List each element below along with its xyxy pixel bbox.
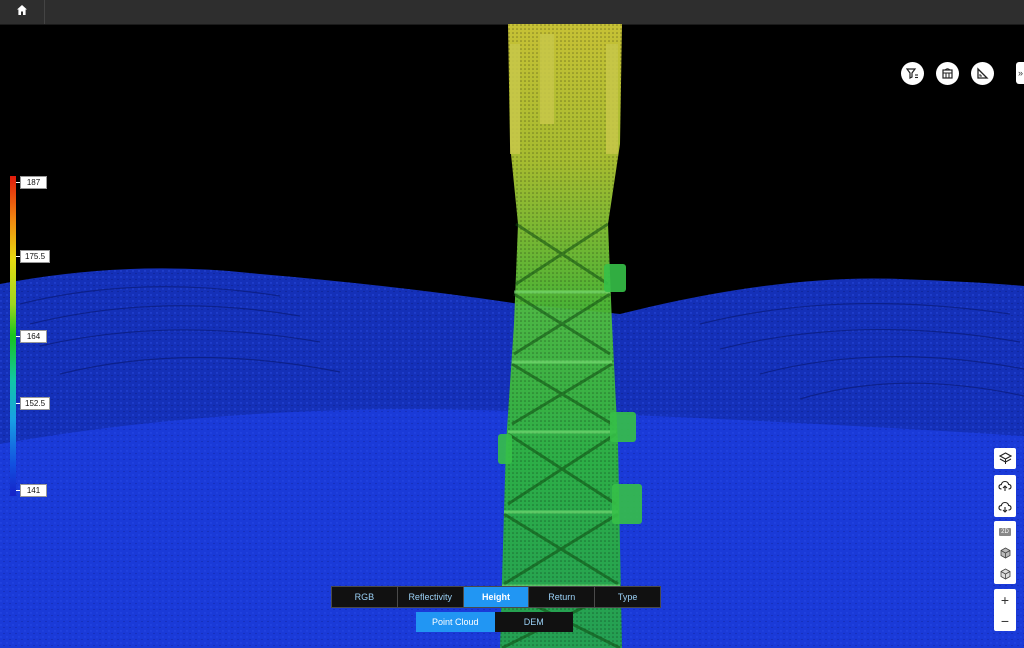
layer-control-panel bbox=[994, 448, 1016, 469]
filter-button[interactable] bbox=[901, 62, 924, 85]
box-measure-icon bbox=[941, 67, 954, 80]
mode-return-button[interactable]: Return bbox=[529, 587, 596, 607]
cloud-download-button[interactable] bbox=[994, 496, 1016, 517]
mode-rgb-button[interactable]: RGB bbox=[332, 587, 398, 607]
expand-panel-button[interactable]: » bbox=[1016, 62, 1024, 84]
layers-icon bbox=[998, 452, 1012, 465]
home-icon bbox=[16, 3, 28, 21]
filter-icon bbox=[906, 67, 919, 80]
angle-ruler-icon bbox=[976, 67, 989, 80]
expand-label: » bbox=[1018, 68, 1024, 78]
zoom-out-button[interactable]: − bbox=[994, 610, 1016, 631]
home-button[interactable] bbox=[0, 0, 45, 24]
source-point-cloud-button[interactable]: Point Cloud bbox=[416, 612, 495, 632]
top-bar bbox=[0, 0, 1024, 25]
cloud-upload-button[interactable] bbox=[994, 475, 1016, 496]
color-mode-selector: RGB Reflectivity Height Return Type bbox=[331, 586, 661, 608]
cloud-upload-icon bbox=[998, 480, 1012, 492]
cube-icon bbox=[1000, 547, 1011, 559]
view-2d-label: 2D bbox=[999, 527, 1011, 536]
data-source-selector: Point Cloud DEM bbox=[416, 612, 573, 632]
legend-tick-max: 187 bbox=[20, 176, 47, 189]
legend-tick: 164 bbox=[20, 330, 47, 343]
view-3d-button[interactable] bbox=[994, 542, 1016, 563]
cube-outline-icon bbox=[1000, 568, 1011, 580]
legend-tick-min: 141 bbox=[20, 484, 47, 497]
cloud-control-panel bbox=[994, 475, 1016, 517]
mode-height-button[interactable]: Height bbox=[463, 587, 530, 607]
view-2d-button[interactable]: 2D bbox=[994, 521, 1016, 542]
source-dem-button[interactable]: DEM bbox=[494, 612, 573, 632]
zoom-in-button[interactable]: + bbox=[994, 589, 1016, 610]
view-perspective-button[interactable] bbox=[994, 563, 1016, 584]
legend-tick: 175.5 bbox=[20, 250, 51, 263]
point-cloud-scene bbox=[0, 24, 1024, 648]
view-mode-panel: 2D bbox=[994, 521, 1016, 584]
cloud-download-icon bbox=[998, 501, 1012, 513]
point-cloud-viewport[interactable]: » 187 175.5 164 152.5 141 2D + − bbox=[0, 24, 1024, 648]
mode-type-button[interactable]: Type bbox=[595, 587, 660, 607]
layers-button[interactable] bbox=[994, 448, 1016, 469]
legend-tick: 152.5 bbox=[20, 397, 51, 410]
volume-measure-button[interactable] bbox=[936, 62, 959, 85]
angle-measure-button[interactable] bbox=[971, 62, 994, 85]
mode-reflectivity-button[interactable]: Reflectivity bbox=[398, 587, 464, 607]
zoom-panel: + − bbox=[994, 589, 1016, 631]
